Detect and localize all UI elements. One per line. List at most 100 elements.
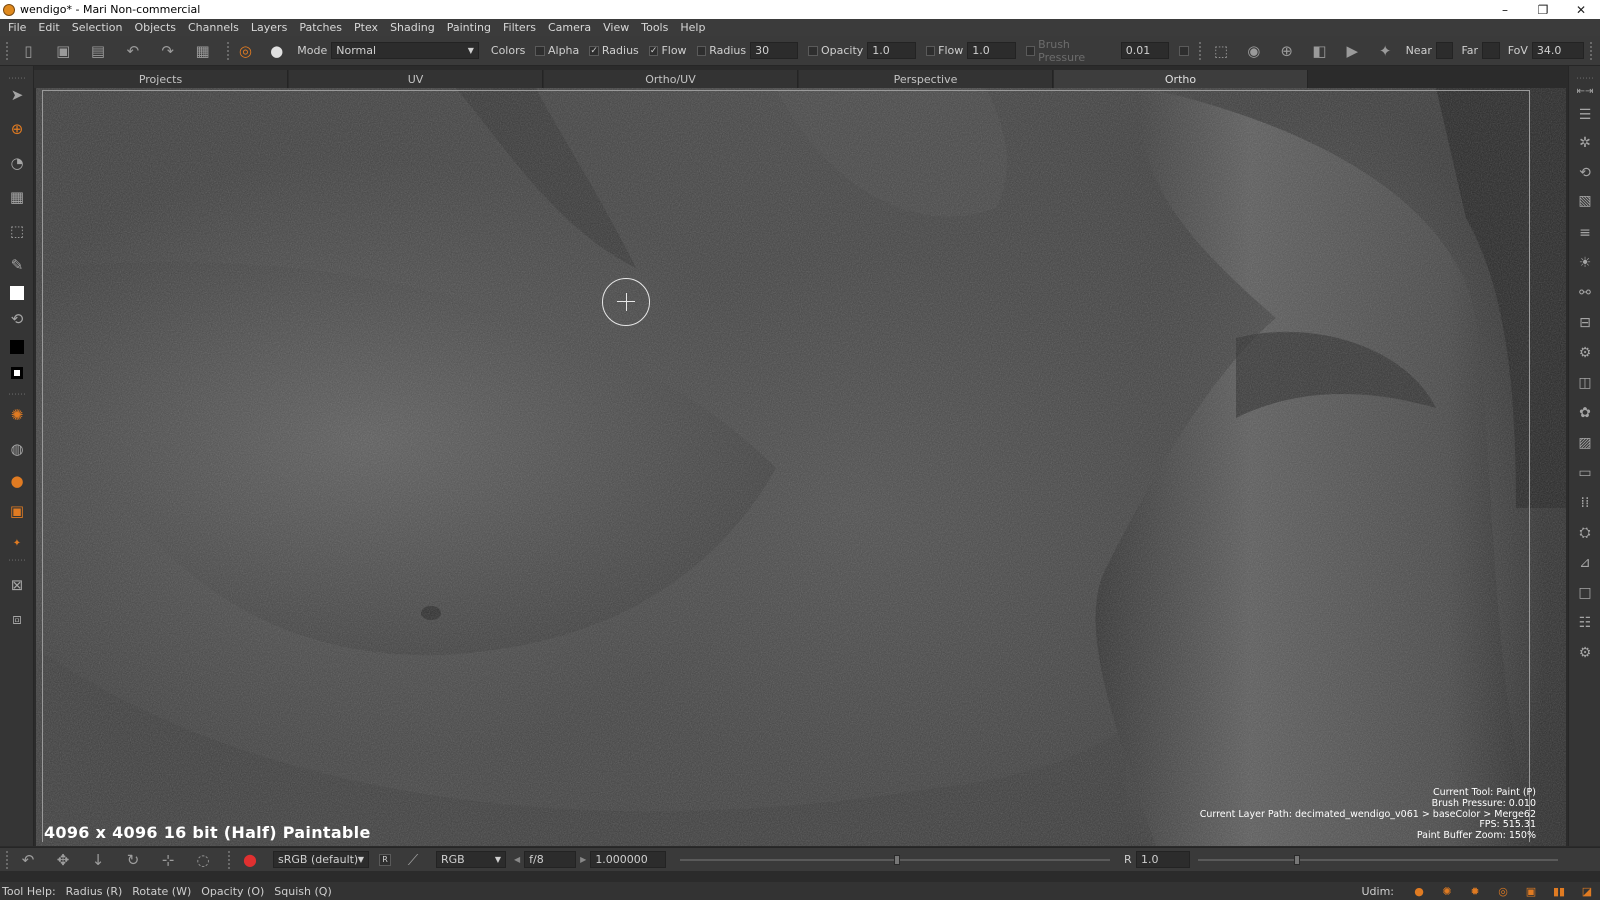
eye-view-icon[interactable]: ◉ [1241, 40, 1266, 62]
menu-view[interactable]: View [603, 21, 629, 34]
gain-input[interactable]: 1.0 [1136, 851, 1190, 868]
properties-icon[interactable]: ⊟ [1574, 312, 1596, 334]
udim-sphere-icon[interactable]: ● [1410, 884, 1428, 898]
tab-projects[interactable]: Projects [34, 70, 288, 88]
restore-button[interactable]: ❐ [1524, 0, 1562, 19]
panel-toggle-icon[interactable]: ⇤⇥ [1574, 80, 1596, 102]
mode-select[interactable]: Normal ▼ [331, 42, 479, 59]
save-project-icon[interactable]: ▤ [86, 40, 111, 62]
brush-pressure-curve-checkbox[interactable] [1178, 45, 1189, 56]
close-button[interactable]: ✕ [1562, 0, 1600, 19]
zoom-region-icon[interactable]: ◌ [191, 850, 215, 870]
fov-input[interactable]: 34.0 [1531, 42, 1584, 59]
menu-layers[interactable]: Layers [251, 21, 287, 34]
foreground-color-swatch[interactable] [6, 282, 28, 304]
far-input[interactable] [1482, 42, 1500, 59]
tab-ortho-uv[interactable]: Ortho/UV [544, 70, 798, 88]
archive-icon[interactable]: ▦ [190, 40, 215, 62]
exposure-slider[interactable] [680, 855, 1110, 865]
history-icon[interactable]: ⟲ [1574, 162, 1596, 184]
tab-uv[interactable]: UV [289, 70, 543, 88]
tab-perspective[interactable]: Perspective [799, 70, 1053, 88]
exposure-input[interactable]: 1.000000 [590, 851, 667, 868]
menu-patches[interactable]: Patches [299, 21, 342, 34]
menu-painting[interactable]: Painting [447, 21, 491, 34]
bars-status-icon[interactable]: ▮▮ [1550, 884, 1568, 898]
opacity-input[interactable]: 1.0 [867, 42, 916, 59]
patches-icon[interactable]: ⁞⁞ [1574, 492, 1596, 514]
toolbar-grip[interactable] [6, 850, 10, 869]
paint-target-icon[interactable]: ◎ [237, 40, 254, 62]
flow-input[interactable]: 1.0 [967, 42, 1016, 59]
colorspace-select[interactable]: sRGB (default) ▼ [273, 851, 369, 868]
flow-checkbox[interactable]: ✓ [648, 45, 659, 56]
shading-view-icon[interactable]: ◧ [1307, 40, 1332, 62]
menu-objects[interactable]: Objects [134, 21, 176, 34]
alpha-checkbox[interactable] [535, 45, 545, 56]
menu-ptex[interactable]: Ptex [354, 21, 378, 34]
menu-edit[interactable]: Edit [38, 21, 59, 34]
toolbar-fov-slider[interactable] [1589, 41, 1594, 60]
radius-field-checkbox[interactable] [696, 45, 707, 56]
tab-ortho[interactable]: Ortho [1054, 70, 1308, 88]
paint-through-icon[interactable]: ◔ [6, 152, 28, 174]
list-panel-icon[interactable]: ≡ [1574, 222, 1596, 244]
texture-sets-icon[interactable]: ▨ [1574, 432, 1596, 454]
menu-filters[interactable]: Filters [503, 21, 536, 34]
raw-toggle[interactable]: R [379, 853, 391, 866]
near-input[interactable] [1435, 42, 1454, 59]
projectors-icon[interactable]: ⊿ [1574, 552, 1596, 574]
snap-frame-icon[interactable]: ▣ [6, 500, 28, 522]
lights-icon[interactable]: ☀ [1574, 252, 1596, 274]
menu-file[interactable]: File [8, 21, 26, 34]
cube-view-icon[interactable]: ⬚ [1209, 40, 1234, 62]
marquee-select-icon[interactable]: ⬚ [6, 220, 28, 242]
image-manager-icon[interactable]: ▧ [1574, 190, 1596, 212]
lighting-view-icon[interactable]: ✦ [1373, 40, 1398, 62]
new-project-icon[interactable]: ▯ [16, 40, 41, 62]
swap-colors-icon[interactable]: ⟲ [6, 308, 28, 330]
color-wheel-icon[interactable]: ● [238, 850, 262, 870]
brush-panel-icon[interactable]: ✲ [1574, 132, 1596, 154]
fstop-decrease-icon[interactable]: ◀ [514, 855, 520, 864]
gain-slider-knob[interactable] [1294, 855, 1300, 865]
eyedropper-icon[interactable]: ✎ [6, 254, 28, 276]
fstop-input[interactable]: f/8 [524, 851, 577, 868]
reset-view-icon[interactable]: ↶ [16, 850, 40, 870]
menu-tools[interactable]: Tools [641, 21, 668, 34]
default-colors-icon[interactable] [6, 362, 28, 384]
menu-camera[interactable]: Camera [548, 21, 591, 34]
ortho-viewport[interactable]: 4096 x 4096 16 bit (Half) Paintable Curr… [36, 88, 1566, 846]
undo-icon[interactable]: ↶ [120, 40, 145, 62]
brush-settings-icon[interactable]: ✺ [6, 404, 28, 426]
opacity-checkbox[interactable] [808, 45, 818, 56]
background-color-swatch[interactable] [6, 336, 28, 358]
paint-status-icon[interactable]: ✹ [1466, 884, 1484, 898]
shader-icon[interactable]: ⚙ [1574, 342, 1596, 364]
fstop-increase-icon[interactable]: ▶ [580, 855, 586, 864]
flow-field-checkbox[interactable] [925, 45, 936, 56]
brush-pressure-checkbox[interactable] [1025, 45, 1036, 56]
brush-pressure-input[interactable]: 0.01 [1120, 42, 1169, 59]
menu-lines-icon[interactable]: ☰ [1574, 104, 1596, 126]
minimize-button[interactable]: – [1486, 0, 1524, 19]
track-icon[interactable]: ⊹ [156, 850, 180, 870]
brush-status-icon[interactable]: ✺ [1438, 884, 1456, 898]
menu-shading[interactable]: Shading [390, 21, 435, 34]
focus-view-icon[interactable]: ⊕ [1274, 40, 1299, 62]
radius-input[interactable]: 30 [750, 42, 799, 59]
menu-selection[interactable]: Selection [72, 21, 123, 34]
notifications-icon[interactable]: ◪ [1578, 884, 1596, 898]
frame-status-icon[interactable]: ▣ [1522, 884, 1540, 898]
tool-properties-icon[interactable]: ⛭ [1574, 522, 1596, 544]
menu-channels[interactable]: Channels [188, 21, 239, 34]
select-arrow-icon[interactable]: ➤ [6, 84, 28, 106]
settings-icon[interactable]: ⚙ [1574, 642, 1596, 664]
node-graph-icon[interactable]: ⚯ [1574, 282, 1596, 304]
channel-select[interactable]: RGB ▼ [436, 851, 506, 868]
brush-tip-icon[interactable]: ● [268, 40, 285, 62]
radius-checkbox[interactable]: ✓ [589, 45, 599, 56]
pan-icon[interactable]: ✥ [51, 850, 75, 870]
menu-help[interactable]: Help [680, 21, 705, 34]
sphere-tool-icon[interactable]: ◍ [6, 438, 28, 460]
